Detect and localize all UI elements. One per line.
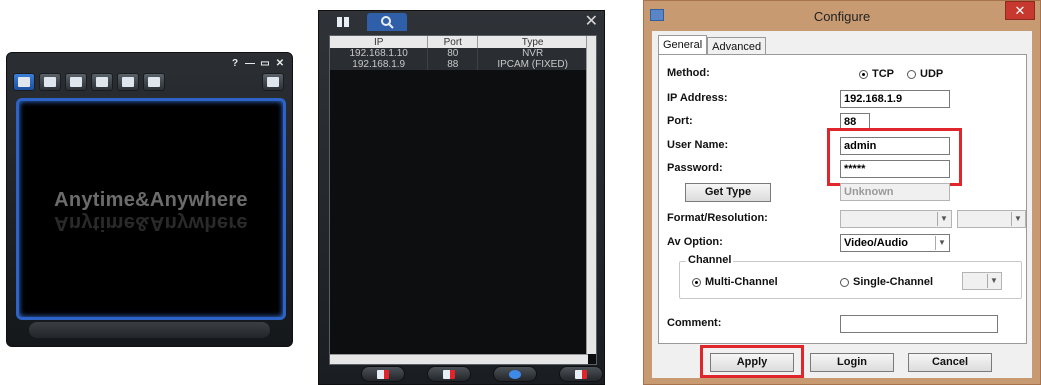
comment-label: Comment: [667,317,722,329]
user-name-label: User Name: [667,139,729,151]
device-list-tabs [323,13,407,31]
general-page: Method: TCP UDP IP Address: 192.168.1.9 … [658,54,1027,344]
maximize-button[interactable]: ▭ [259,58,271,69]
cancel-button[interactable]: Cancel [908,353,992,372]
channel-group: Channel Multi-Channel Single-Channel ▼ [679,254,1022,299]
configure-dialog: Configure ✕ General Advanced Method: TCP… [643,0,1041,385]
table-row[interactable]: 192.168.1.9 88 IPCAM (FIXED) [330,59,588,70]
radio-multi-channel-label: Multi-Channel [705,276,778,288]
apply-highlight [700,345,804,378]
table-row[interactable]: 192.168.1.10 80 NVR [330,48,588,59]
resolution-select[interactable]: ▼ [957,210,1026,228]
row-ip: 192.168.1.9 [330,59,429,70]
comment-input[interactable] [840,315,998,333]
radio-single-channel-dot[interactable] [840,277,849,287]
dialog-title: Configure [813,9,871,24]
radio-single-channel[interactable]: Single-Channel [840,276,933,288]
info-icon[interactable] [143,73,165,91]
search-icon [381,16,394,29]
login-button[interactable]: Login [810,353,894,372]
search-tab[interactable] [367,13,407,31]
close-button[interactable]: ✕ [274,58,286,69]
ip-input[interactable]: 192.168.1.9 [840,90,950,108]
live-view-icon[interactable] [13,73,35,91]
playback-icon[interactable] [39,73,61,91]
row-type: IPCAM (FIXED) [477,59,588,70]
close-button[interactable]: ✕ [1005,1,1035,20]
radio-udp[interactable]: UDP [907,68,943,80]
viewer-bottom-bar [29,322,270,338]
device-list[interactable]: IP Port Type 192.168.1.10 80 NVR 192.168… [329,35,597,365]
device-list-window: ✕ IP Port Type 192.168.1.10 80 NVR 192.1… [318,10,605,385]
add-device-icon [377,369,389,379]
horizontal-scrollbar[interactable] [330,354,588,364]
device-table: IP Port Type 192.168.1.10 80 NVR 192.168… [330,36,588,70]
radio-tcp-label: TCP [872,68,894,80]
tab-general[interactable]: General [658,35,708,56]
refresh-icon [509,369,521,379]
dialog-titlebar[interactable]: Configure ✕ [644,1,1040,31]
column-port[interactable]: Port [427,36,479,48]
minimize-button[interactable]: — [244,58,256,69]
chevron-down-icon: ▼ [937,212,950,226]
radio-tcp-dot[interactable] [859,69,868,79]
grid-view-icon [337,17,349,27]
chevron-down-icon: ▼ [987,274,1000,288]
password-label: Password: [667,162,723,174]
device-type-field: Unknown [840,183,950,201]
viewer-toolbar [13,73,165,91]
row-ip: 192.168.1.10 [330,48,429,59]
radio-multi-channel-dot[interactable] [692,277,701,287]
format-label: Format/Resolution: [667,212,768,224]
slogan-text: Anytime&Anywhere [54,189,248,211]
get-type-button[interactable]: Get Type [685,183,771,202]
channel-group-label: Channel [686,254,734,266]
chevron-down-icon: ▼ [935,236,948,250]
device-list-actions [361,366,603,382]
settings-icon[interactable] [91,73,113,91]
help-button[interactable]: ? [229,58,241,69]
viewer-window: ? — ▭ ✕ Anytime&Anywhere Anytime&Anywher… [6,52,293,347]
dialog-client-area: General Advanced Method: TCP UDP IP Addr… [652,31,1032,378]
method-label: Method: [667,67,710,79]
slogan-reflection: Anytime&Anywhere [54,212,248,234]
format-select[interactable]: ▼ [840,210,952,228]
add-group-button[interactable] [427,366,471,382]
radio-udp-label: UDP [920,68,944,80]
row-port: 80 [427,48,479,59]
credentials-highlight [827,128,962,186]
port-label: Port: [667,115,693,127]
row-port: 88 [427,59,479,70]
column-ip[interactable]: IP [330,36,429,48]
grid-view-tab[interactable] [323,13,363,31]
av-option-label: Av Option: [667,236,723,248]
vertical-scrollbar[interactable] [586,36,596,354]
refresh-button[interactable] [493,366,537,382]
radio-single-channel-label: Single-Channel [853,276,934,288]
chevron-down-icon: ▼ [1011,212,1024,226]
folder-icon[interactable] [262,73,284,91]
add-group-icon [443,369,455,379]
video-screen[interactable]: Anytime&Anywhere Anytime&Anywhere [16,98,286,320]
av-option-select[interactable]: Video/Audio ▼ [840,234,950,252]
radio-multi-channel[interactable]: Multi-Channel [692,276,778,288]
tools-icon[interactable] [117,73,139,91]
viewer-window-controls: ? — ▭ ✕ [229,58,286,69]
close-icon[interactable]: ✕ [585,11,598,31]
radio-udp-dot[interactable] [907,69,916,79]
snapshot-icon[interactable] [65,73,87,91]
row-type: NVR [477,48,588,59]
column-type[interactable]: Type [477,36,588,48]
av-option-value: Video/Audio [844,237,908,249]
add-device-button[interactable] [361,366,405,382]
cloud-add-button[interactable] [559,366,603,382]
channel-select[interactable]: ▼ [962,272,1002,290]
cloud-add-icon [575,369,587,379]
ip-label: IP Address: [667,92,728,104]
radio-tcp[interactable]: TCP [859,68,894,80]
